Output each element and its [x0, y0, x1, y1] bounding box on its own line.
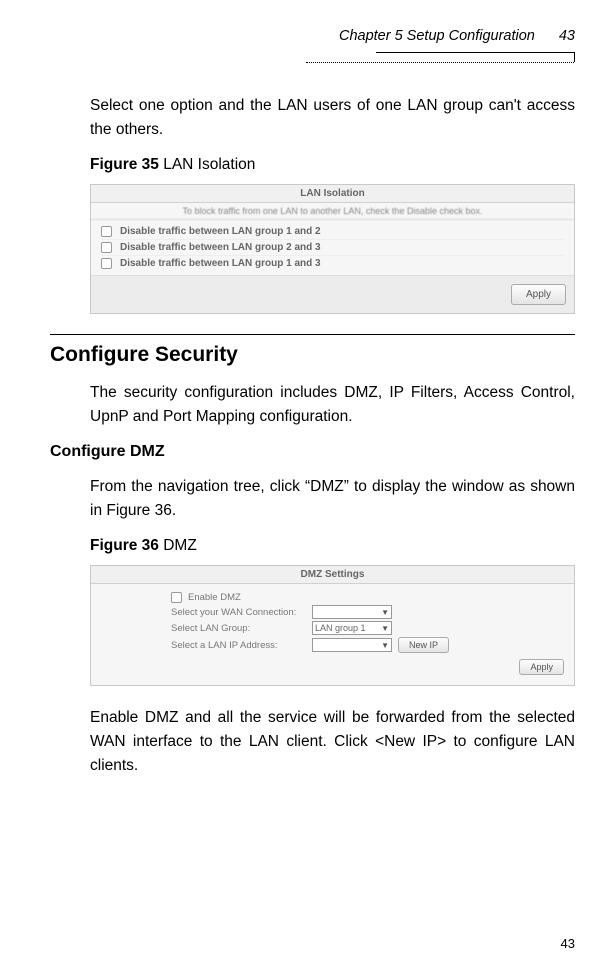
dmz-field-label: Select your WAN Connection: — [171, 607, 306, 618]
dmz-field-label: Select a LAN IP Address: — [171, 640, 306, 651]
header-rule — [376, 52, 576, 62]
chevron-down-icon: ▼ — [381, 624, 389, 633]
lan-row-label: Disable traffic between LAN group 1 and … — [120, 226, 321, 237]
footer-page-number: 43 — [561, 936, 575, 951]
chevron-down-icon: ▼ — [381, 608, 389, 617]
figure-36-caption-bold: Figure 36 — [90, 537, 159, 554]
figure-36-caption-rest: DMZ — [159, 537, 197, 554]
lan-isolation-subtitle: To block traffic from one LAN to another… — [91, 203, 574, 220]
configure-dmz-heading: Configure DMZ — [50, 443, 575, 461]
lan-isolation-title: LAN Isolation — [91, 185, 574, 203]
security-paragraph: The security configuration includes DMZ,… — [90, 381, 575, 429]
new-ip-button[interactable]: New IP — [398, 637, 449, 653]
wan-connection-select[interactable]: ▼ — [312, 605, 392, 619]
configure-security-heading: Configure Security — [50, 343, 575, 367]
disable-checkbox-2[interactable] — [101, 242, 112, 253]
intro-paragraph: Select one option and the LAN users of o… — [90, 94, 575, 142]
figure-36-caption: Figure 36 DMZ — [90, 537, 575, 555]
section-rule — [50, 334, 575, 335]
lan-isolation-row: Disable traffic between LAN group 1 and … — [101, 224, 564, 240]
lan-row-label: Disable traffic between LAN group 2 and … — [120, 242, 321, 253]
select-value: LAN group 1 — [315, 623, 366, 633]
apply-button[interactable]: Apply — [511, 284, 566, 305]
lan-isolation-row: Disable traffic between LAN group 2 and … — [101, 240, 564, 256]
disable-checkbox-3[interactable] — [101, 258, 112, 269]
figure-35-caption-rest: LAN Isolation — [159, 156, 256, 173]
dmz-settings-title: DMZ Settings — [91, 566, 574, 584]
header-chapter: Chapter 5 Setup Configuration — [339, 28, 535, 44]
enable-dmz-checkbox[interactable] — [171, 592, 182, 603]
lan-group-select[interactable]: LAN group 1 ▼ — [312, 621, 392, 635]
figure-36-panel: DMZ Settings Enable DMZ Select your WAN … — [90, 565, 575, 686]
dmz-paragraph-2: Enable DMZ and all the service will be f… — [90, 706, 575, 778]
figure-35-panel: LAN Isolation To block traffic from one … — [90, 184, 575, 314]
enable-dmz-label: Enable DMZ — [188, 592, 241, 603]
dmz-paragraph-1: From the navigation tree, click “DMZ” to… — [90, 475, 575, 523]
dmz-field-label: Select LAN Group: — [171, 623, 306, 634]
dmz-apply-button[interactable]: Apply — [519, 659, 564, 675]
header-page-number: 43 — [559, 28, 575, 44]
lan-ip-select[interactable]: ▼ — [312, 638, 392, 652]
disable-checkbox-1[interactable] — [101, 226, 112, 237]
chevron-down-icon: ▼ — [381, 641, 389, 650]
figure-35-caption-bold: Figure 35 — [90, 156, 159, 173]
figure-35-caption: Figure 35 LAN Isolation — [90, 156, 575, 174]
lan-row-label: Disable traffic between LAN group 1 and … — [120, 258, 321, 269]
lan-isolation-row: Disable traffic between LAN group 1 and … — [101, 256, 564, 271]
